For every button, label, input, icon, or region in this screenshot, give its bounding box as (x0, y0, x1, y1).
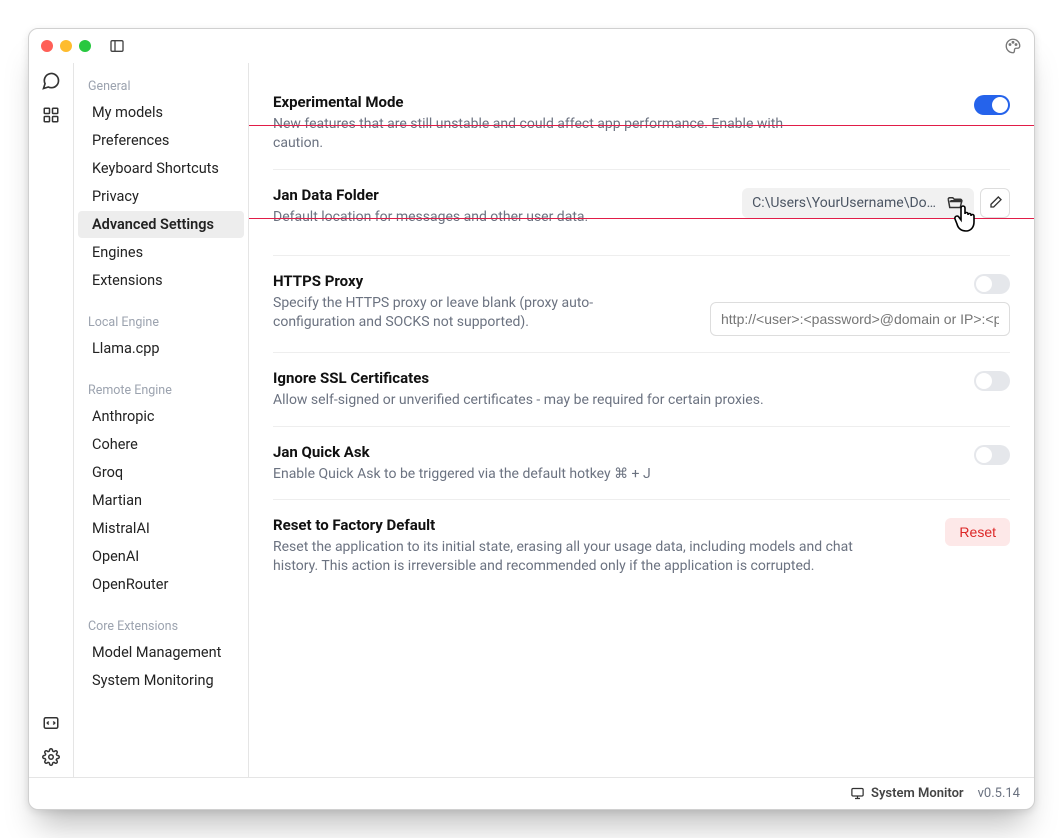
sidebar-item-engines[interactable]: Engines (78, 239, 244, 266)
sidebar-item-extensions[interactable]: Extensions (78, 267, 244, 294)
sidebar-item-cohere[interactable]: Cohere (78, 431, 244, 458)
sidebar-item-llama-cpp[interactable]: Llama.cpp (78, 335, 244, 362)
setting-desc: Default location for messages and other … (273, 208, 718, 227)
sidebar-item-mistralai[interactable]: MistralAI (78, 515, 244, 542)
sidebar-group-label: Core Extensions (74, 611, 248, 638)
titlebar (29, 29, 1034, 63)
data-folder-path-text: C:\Users\YourUsername\Do… (752, 195, 936, 211)
edit-path-button[interactable] (980, 188, 1010, 218)
sidebar-item-openai[interactable]: OpenAI (78, 543, 244, 570)
code-icon[interactable] (41, 713, 61, 733)
setting-title: Jan Data Folder (273, 186, 718, 204)
proxy-toggle[interactable] (974, 274, 1010, 294)
monitor-icon (850, 786, 865, 801)
setting-desc: Specify the HTTPS proxy or leave blank (… (273, 294, 633, 332)
sidebar-item-groq[interactable]: Groq (78, 459, 244, 486)
ssl-toggle[interactable] (974, 371, 1010, 391)
icon-rail (29, 63, 73, 777)
setting-desc: New features that are still unstable and… (273, 115, 833, 153)
system-monitor-label: System Monitor (871, 786, 964, 801)
quick-ask-toggle[interactable] (974, 445, 1010, 465)
setting-data-folder: Jan Data Folder Default location for mes… (273, 170, 1010, 256)
sidebar-item-preferences[interactable]: Preferences (78, 127, 244, 154)
settings-content: Experimental Mode New features that are … (249, 63, 1034, 777)
setting-title: HTTPS Proxy (273, 272, 686, 290)
setting-title: Jan Quick Ask (273, 443, 950, 461)
sidebar-group-label: General (74, 71, 248, 98)
setting-title: Ignore SSL Certificates (273, 369, 950, 387)
setting-desc: Reset the application to its initial sta… (273, 538, 893, 576)
palette-icon[interactable] (1004, 37, 1022, 55)
version-label: v0.5.14 (978, 786, 1020, 801)
reset-button[interactable]: Reset (945, 518, 1010, 546)
sidebar-item-my-models[interactable]: My models (78, 99, 244, 126)
minimize-window-button[interactable] (60, 40, 72, 52)
setting-https-proxy: HTTPS Proxy Specify the HTTPS proxy or l… (273, 256, 1010, 353)
sidebar-item-anthropic[interactable]: Anthropic (78, 403, 244, 430)
sidebar-group-label: Local Engine (74, 307, 248, 334)
settings-sidebar: GeneralMy modelsPreferencesKeyboard Shor… (73, 63, 249, 777)
system-monitor-button[interactable]: System Monitor (850, 786, 964, 801)
setting-ignore-ssl: Ignore SSL Certificates Allow self-signe… (273, 353, 1010, 427)
window-controls (41, 40, 91, 52)
sidebar-item-model-management[interactable]: Model Management (78, 639, 244, 666)
sidebar-item-system-monitoring[interactable]: System Monitoring (78, 667, 244, 694)
setting-quick-ask: Jan Quick Ask Enable Quick Ask to be tri… (273, 427, 1010, 501)
sidebar-item-privacy[interactable]: Privacy (78, 183, 244, 210)
setting-reset: Reset to Factory Default Reset the appli… (273, 500, 1010, 592)
sidebar-toggle-icon[interactable] (109, 38, 125, 54)
setting-title: Reset to Factory Default (273, 516, 921, 534)
data-folder-path[interactable]: C:\Users\YourUsername\Do… (742, 188, 974, 218)
sidebar-item-keyboard-shortcuts[interactable]: Keyboard Shortcuts (78, 155, 244, 182)
app-window: GeneralMy modelsPreferencesKeyboard Shor… (28, 28, 1035, 810)
status-bar: System Monitor v0.5.14 (29, 777, 1034, 809)
close-window-button[interactable] (41, 40, 53, 52)
settings-icon[interactable] (41, 747, 61, 767)
setting-title: Experimental Mode (273, 93, 950, 111)
sidebar-item-openrouter[interactable]: OpenRouter (78, 571, 244, 598)
maximize-window-button[interactable] (79, 40, 91, 52)
folder-open-icon[interactable] (946, 194, 964, 212)
experimental-toggle[interactable] (974, 95, 1010, 115)
chat-icon[interactable] (41, 71, 61, 91)
setting-desc: Allow self-signed or unverified certific… (273, 391, 833, 410)
sidebar-group-label: Remote Engine (74, 375, 248, 402)
setting-desc: Enable Quick Ask to be triggered via the… (273, 465, 833, 484)
sidebar-item-martian[interactable]: Martian (78, 487, 244, 514)
grid-icon[interactable] (41, 105, 61, 125)
sidebar-item-advanced-settings[interactable]: Advanced Settings (78, 211, 244, 238)
proxy-input[interactable] (710, 302, 1010, 336)
setting-experimental: Experimental Mode New features that are … (273, 77, 1010, 170)
